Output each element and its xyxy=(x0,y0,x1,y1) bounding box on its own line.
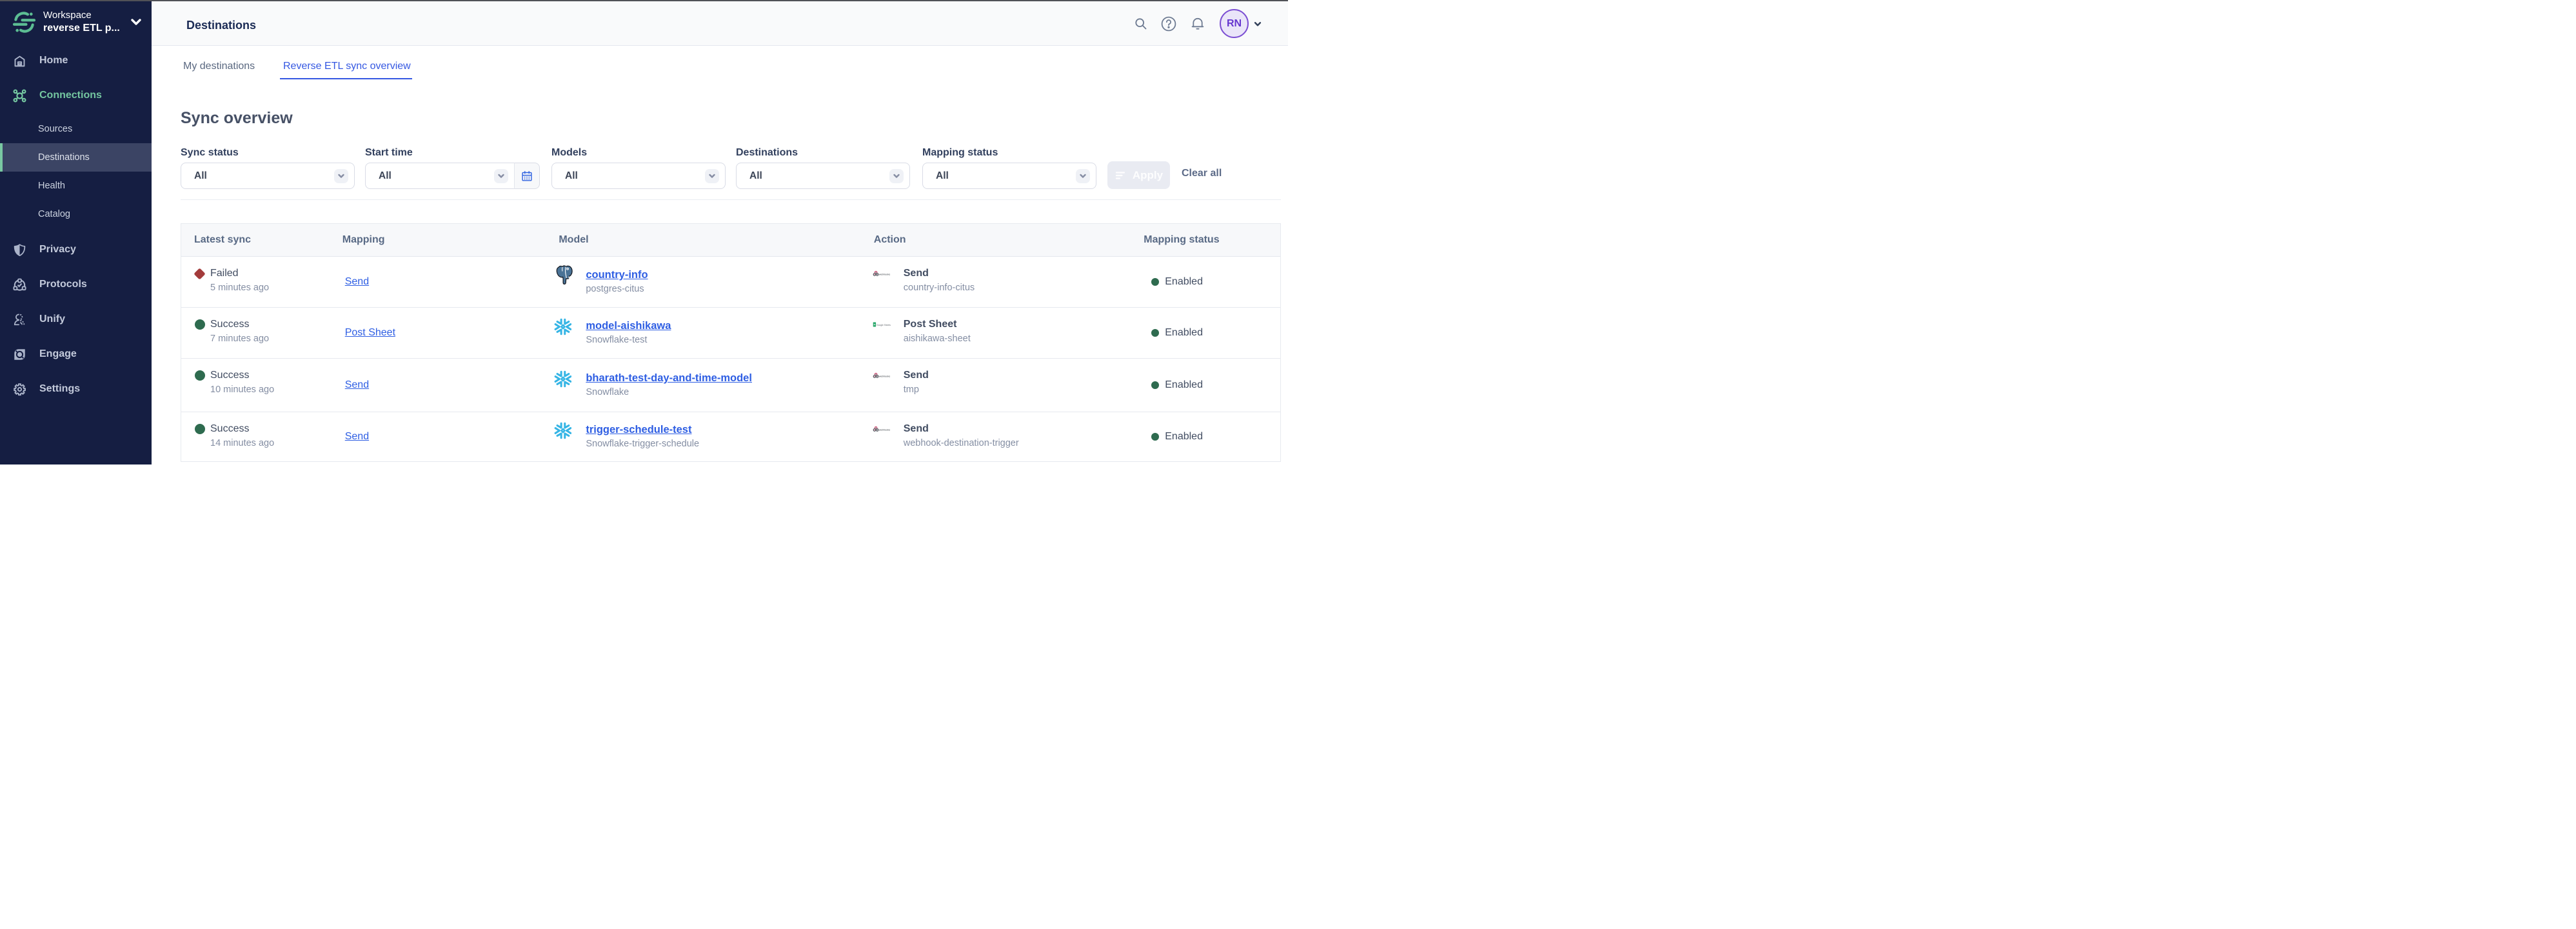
svg-text:webhooks: webhooks xyxy=(878,272,890,275)
svg-text:Google Sheets: Google Sheets xyxy=(877,324,891,326)
